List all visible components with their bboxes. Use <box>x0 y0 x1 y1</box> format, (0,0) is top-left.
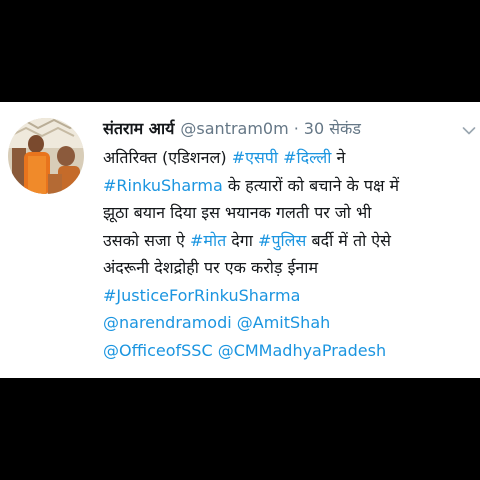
hashtag-link[interactable]: #मोत <box>190 231 226 250</box>
chevron-down-icon[interactable] <box>462 126 476 136</box>
profile-photo <box>8 118 84 194</box>
video-frame: संतराम आर्य @santram0m · 30 सेकंड अतिरिक… <box>0 0 480 480</box>
tweet-line: अतिरिक्त (एडिशनल) #एसपी #दिल्ली ने <box>103 144 473 172</box>
mention-link[interactable]: @CMMadhyaPradesh <box>218 341 386 360</box>
tweet-text-segment: देगा <box>226 230 259 250</box>
hashtag-link[interactable]: #RinkuSharma <box>103 176 223 195</box>
tweet-content: संतराम आर्य @santram0m · 30 सेकंड अतिरिक… <box>103 116 473 364</box>
tweet-line: #RinkuSharma के हत्यारों को बचाने के पक्… <box>103 172 473 200</box>
tweet-line: @OfficeofSSC @CMMadhyaPradesh <box>103 337 473 365</box>
tweet-card[interactable]: संतराम आर्य @santram0m · 30 सेकंड अतिरिक… <box>0 102 480 378</box>
author-name[interactable]: संतराम आर्य <box>103 116 174 142</box>
tweet-text: अतिरिक्त (एडिशनल) #एसपी #दिल्ली ने #Rinku… <box>103 144 473 364</box>
separator-dot: · <box>293 119 299 138</box>
avatar[interactable] <box>8 118 84 194</box>
mention-link[interactable]: @OfficeofSSC <box>103 341 213 360</box>
mention-link[interactable]: @narendramodi <box>103 313 232 332</box>
hashtag-link[interactable]: #JusticeForRinkuSharma <box>103 286 300 305</box>
tweet-text-segment: झूठा बयान दिया इस भयानक गलती पर जो भी <box>103 203 372 222</box>
tweet-line: @narendramodi @AmitShah <box>103 309 473 337</box>
timestamp[interactable]: 30 सेकंड <box>304 116 361 142</box>
tweet-line: झूठा बयान दिया इस भयानक गलती पर जो भी <box>103 199 473 227</box>
tweet-text-segment: के हत्यारों को बचाने के पक्ष में <box>222 175 400 195</box>
author-handle[interactable]: @santram0m <box>180 116 288 142</box>
mention-link[interactable]: @AmitShah <box>237 313 331 332</box>
tweet-text-segment: अतिरिक्त (एडिशनल) <box>103 148 232 167</box>
tweet-text-segment: ने <box>331 148 346 167</box>
tweet-header: संतराम आर्य @santram0m · 30 सेकंड <box>103 116 473 142</box>
hashtag-link[interactable]: #पुलिस <box>258 231 306 250</box>
tweet-line: #JusticeForRinkuSharma <box>103 282 473 310</box>
hashtag-link[interactable]: #एसपी <box>232 148 278 167</box>
hashtag-link[interactable]: #दिल्ली <box>283 148 331 167</box>
tweet-text-segment: उसको सजा ऐ <box>103 230 190 250</box>
tweet-line: उसको सजा ऐ #मोत देगा #पुलिस बर्दी में तो… <box>103 227 473 255</box>
tweet-line: अंदरूनी देशद्रोही पर एक करोड़ ईनाम <box>103 254 473 282</box>
tweet-text-segment: बर्दी में तो ऐसे <box>306 230 391 250</box>
tweet-text-segment: अंदरूनी देशद्रोही पर एक करोड़ ईनाम <box>103 258 319 277</box>
